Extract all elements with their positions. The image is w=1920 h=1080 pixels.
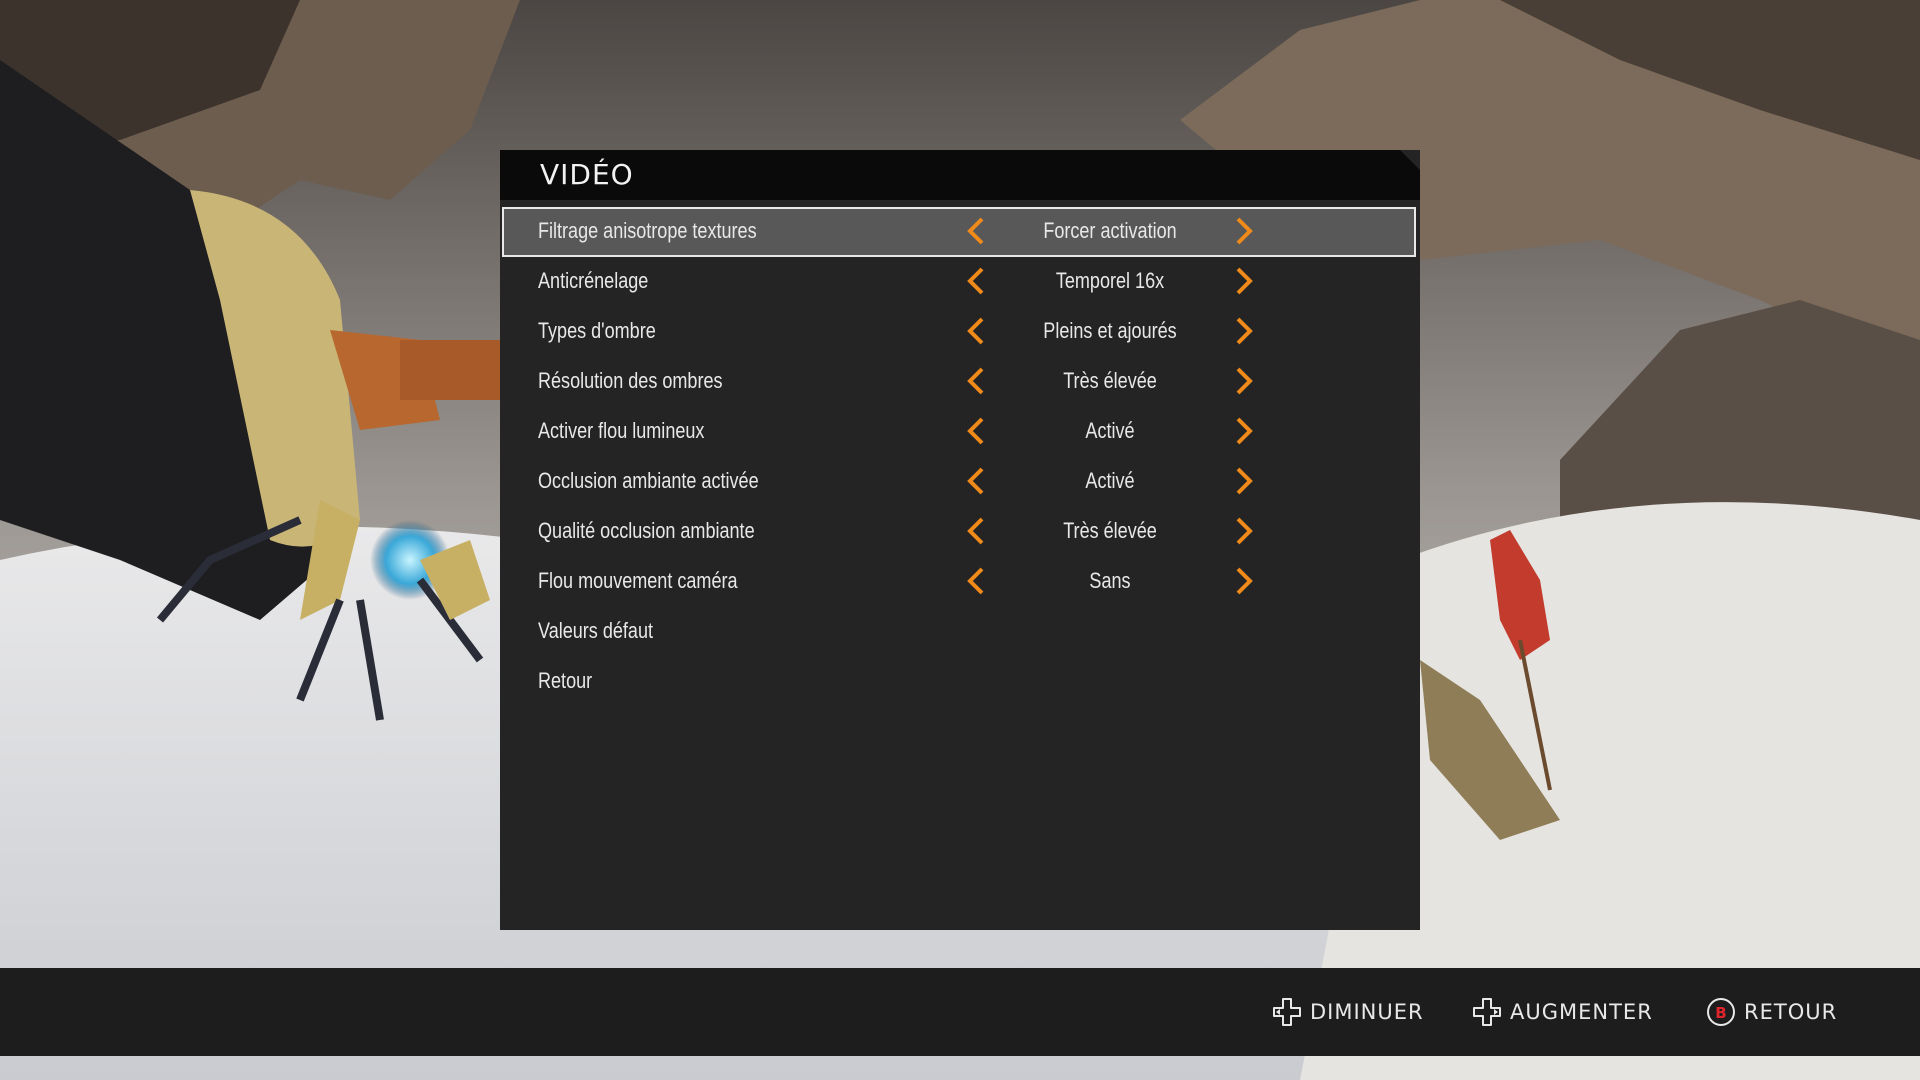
setting-label: Anticrénelage [538,268,649,293]
setting-row-shadow-types[interactable]: Types d'ombre Pleins et ajourés [500,306,1420,356]
setting-row-camera-motion-blur[interactable]: Flou mouvement caméra Sans [500,556,1420,606]
chevron-right-icon[interactable] [1232,266,1256,296]
chevron-right-icon[interactable] [1232,366,1256,396]
b-button-icon: B [1707,998,1735,1026]
setting-row-ambient-occlusion-quality[interactable]: Qualité occlusion ambiante Très élevée [500,506,1420,556]
increase-hint[interactable]: AUGMENTER [1472,994,1653,1030]
setting-row-antialiasing[interactable]: Anticrénelage Temporel 16x [500,256,1420,306]
restore-defaults-button[interactable]: Valeurs défaut [500,606,1420,656]
setting-value: Très élevée [1063,368,1157,393]
chevron-left-icon[interactable] [964,366,988,396]
chevron-right-icon[interactable] [1232,516,1256,546]
setting-row-anisotropic-filtering[interactable]: Filtrage anisotrope textures Forcer acti… [500,206,1420,257]
chevron-left-icon[interactable] [964,266,988,296]
settings-list: Filtrage anisotrope textures Forcer acti… [500,206,1420,706]
setting-value: Forcer activation [1043,218,1177,243]
controller-hints-bar: DIMINUER AUGMENTER B RETOUR [0,968,1920,1056]
chevron-left-icon[interactable] [964,566,988,596]
setting-label: Filtrage anisotrope textures [538,218,757,243]
dpad-icon [1273,998,1301,1026]
panel-title: VIDÉO [540,158,634,191]
setting-value: Temporel 16x [1055,268,1165,293]
video-settings-panel: VIDÉO Filtrage anisotrope textures Force… [500,150,1420,930]
chevron-left-icon[interactable] [964,316,988,346]
back-menu-label: Retour [538,668,593,693]
setting-value: Pleins et ajourés [1043,318,1177,343]
chevron-left-icon[interactable] [964,216,988,246]
setting-value: Très élevée [1063,518,1157,543]
setting-row-bloom[interactable]: Activer flou lumineux Activé [500,406,1420,456]
setting-row-shadow-resolution[interactable]: Résolution des ombres Très élevée [500,356,1420,406]
chevron-right-icon[interactable] [1232,316,1256,346]
b-button-letter: B [1715,1004,1726,1022]
chevron-right-icon[interactable] [1232,216,1256,246]
setting-label: Résolution des ombres [538,368,723,393]
chevron-right-icon[interactable] [1232,566,1256,596]
decrease-label: DIMINUER [1310,1000,1424,1024]
decrease-hint[interactable]: DIMINUER [1272,994,1424,1030]
back-label: RETOUR [1744,1000,1838,1024]
back-menu-button[interactable]: Retour [500,656,1420,706]
setting-label: Occlusion ambiante activée [538,468,759,493]
game-screen: VIDÉO Filtrage anisotrope textures Force… [0,0,1920,1080]
setting-label: Types d'ombre [538,318,656,343]
setting-label: Qualité occlusion ambiante [538,518,755,543]
panel-header [500,150,1420,200]
chevron-left-icon[interactable] [964,466,988,496]
chevron-left-icon[interactable] [964,516,988,546]
setting-label: Activer flou lumineux [538,418,705,443]
setting-value: Activé [1085,468,1135,493]
increase-label: AUGMENTER [1510,1000,1653,1024]
chevron-left-icon[interactable] [964,416,988,446]
chevron-right-icon[interactable] [1232,466,1256,496]
back-hint[interactable]: B RETOUR [1706,994,1837,1030]
dpad-icon [1473,998,1501,1026]
setting-row-ambient-occlusion[interactable]: Occlusion ambiante activée Activé [500,456,1420,506]
setting-label: Flou mouvement caméra [538,568,738,593]
setting-value: Activé [1085,418,1135,443]
chevron-right-icon[interactable] [1232,416,1256,446]
setting-value: Sans [1089,568,1131,593]
restore-defaults-label: Valeurs défaut [538,618,654,643]
